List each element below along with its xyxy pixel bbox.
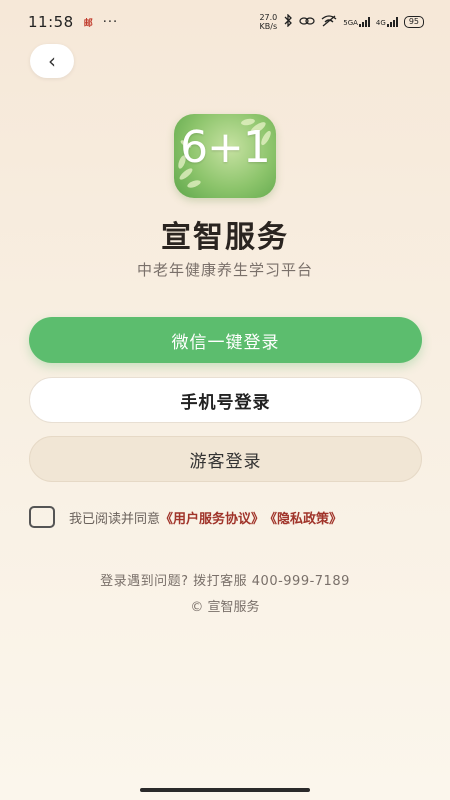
- link-icon: [299, 16, 315, 29]
- wechat-login-button[interactable]: 微信一键登录: [29, 317, 422, 363]
- copyright-text: © 宣智服务: [190, 600, 260, 615]
- signal-bars-icon: [386, 17, 398, 27]
- bluetooth-icon: [283, 13, 293, 30]
- battery-icon: 95: [403, 16, 424, 28]
- signal-bars-icon: [358, 17, 370, 27]
- home-indicator[interactable]: [140, 788, 310, 792]
- network-speed-unit: KB/s: [259, 22, 278, 31]
- signal-5ga-label: 5GA: [343, 19, 358, 27]
- status-time: 11:58: [28, 13, 74, 31]
- logo-text: 6+1: [180, 122, 271, 173]
- privacy-policy-link[interactable]: 《隐私政策》: [264, 508, 342, 527]
- signal-5ga: 5GA: [343, 17, 370, 27]
- more-notifications-icon: ···: [102, 14, 119, 30]
- mail-notification-icon: 邮: [83, 18, 93, 29]
- app-title: 宣智服务: [161, 220, 289, 255]
- status-left: 11:58 邮 ···: [28, 13, 118, 31]
- agreement-prefix: 我已阅读并同意: [69, 511, 161, 527]
- phone-login-button[interactable]: 手机号登录: [29, 377, 422, 423]
- app-subtitle: 中老年健康养生学习平台: [136, 261, 313, 279]
- agreement-row: 我已阅读并同意 《用户服务协议》 《隐私政策》: [29, 506, 342, 528]
- status-right: 27.0 KB/s 5GA 4G 95: [259, 13, 424, 31]
- agreement-checkbox[interactable]: [29, 506, 55, 528]
- guest-login-button[interactable]: 游客登录: [29, 436, 422, 482]
- status-bar: 11:58 邮 ··· 27.0 KB/s 5GA 4G 95: [0, 0, 450, 44]
- chevron-left-icon: ‹: [48, 49, 56, 73]
- signal-4g: 4G: [376, 17, 398, 27]
- user-agreement-link[interactable]: 《用户服务协议》: [160, 508, 264, 527]
- back-button[interactable]: ‹: [30, 44, 74, 78]
- network-speed-value: 27.0: [259, 13, 278, 22]
- signal-4g-label: 4G: [375, 19, 386, 27]
- app-logo: 6+1: [174, 114, 276, 198]
- help-hotline-text: 登录遇到问题? 拨打客服 400-999-7189: [100, 574, 350, 589]
- network-speed: 27.0 KB/s: [259, 13, 277, 31]
- wifi-off-icon: [321, 14, 337, 30]
